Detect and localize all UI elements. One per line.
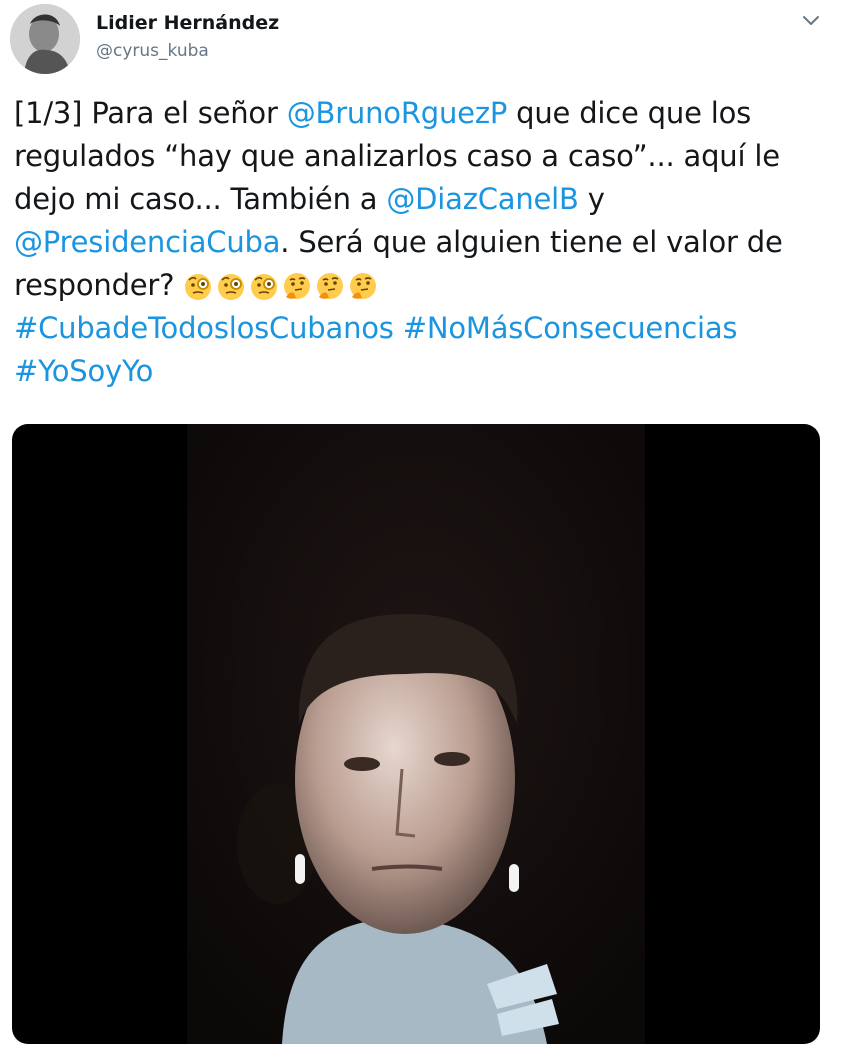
tweet-line: #YoSoyYo	[14, 350, 834, 393]
tweet-text-segment: y	[578, 182, 605, 216]
tweet-header: Lidier Hernández @cyrus_kuba	[0, 0, 855, 90]
tweet-line: dejo mi caso... También a @DiazCanelB y	[14, 178, 834, 221]
tweet-text: [1/3] Para el señor @BrunoRguezP que dic…	[14, 92, 834, 393]
chevron-down-icon[interactable]	[798, 10, 824, 32]
thinking-face-icon	[317, 273, 344, 299]
thinking-face-icon	[350, 273, 377, 299]
tweet-line: @PresidenciaCuba. Será que alguien tiene…	[14, 221, 834, 264]
tweet-text-segment: que dice que los	[507, 96, 752, 130]
mention-link[interactable]: @BrunoRguezP	[287, 96, 508, 130]
tweet-text-segment: dejo mi caso... También a	[14, 182, 387, 216]
tweet-text-segment: responder?	[14, 268, 184, 302]
tweet-line: responder?	[14, 264, 834, 307]
tweet-text-segment: . Será que alguien tiene el valor de	[280, 225, 783, 259]
tweet-line: #CubadeTodoslosCubanos #NoMásConsecuenci…	[14, 307, 834, 350]
face-with-monocle-icon	[185, 274, 212, 300]
author-handle[interactable]: @cyrus_kuba	[96, 41, 209, 61]
tweet-text-segment: regulados “hay que analizarlos caso a ca…	[14, 139, 780, 173]
hashtag-link[interactable]: #YoSoyYo	[14, 354, 153, 388]
face-with-monocle-icon	[251, 274, 278, 300]
face-with-monocle-icon	[218, 274, 245, 300]
tweet-video[interactable]	[12, 424, 820, 1044]
avatar[interactable]	[10, 4, 80, 74]
mention-link[interactable]: @PresidenciaCuba	[14, 225, 280, 259]
avatar-image	[10, 4, 80, 74]
hashtag-link[interactable]: #CubadeTodoslosCubanos	[14, 311, 394, 345]
mention-link[interactable]: @DiazCanelB	[386, 182, 579, 216]
thinking-face-icon	[284, 273, 311, 299]
tweet-line: regulados “hay que analizarlos caso a ca…	[14, 135, 834, 178]
video-thumbnail	[187, 424, 645, 1044]
tweet-line: [1/3] Para el señor @BrunoRguezP que dic…	[14, 92, 834, 135]
author-display-name[interactable]: Lidier Hernández	[96, 12, 279, 34]
hashtag-link[interactable]: #NoMásConsecuencias	[403, 311, 738, 345]
tweet-text-segment: [1/3] Para el señor	[14, 96, 287, 130]
